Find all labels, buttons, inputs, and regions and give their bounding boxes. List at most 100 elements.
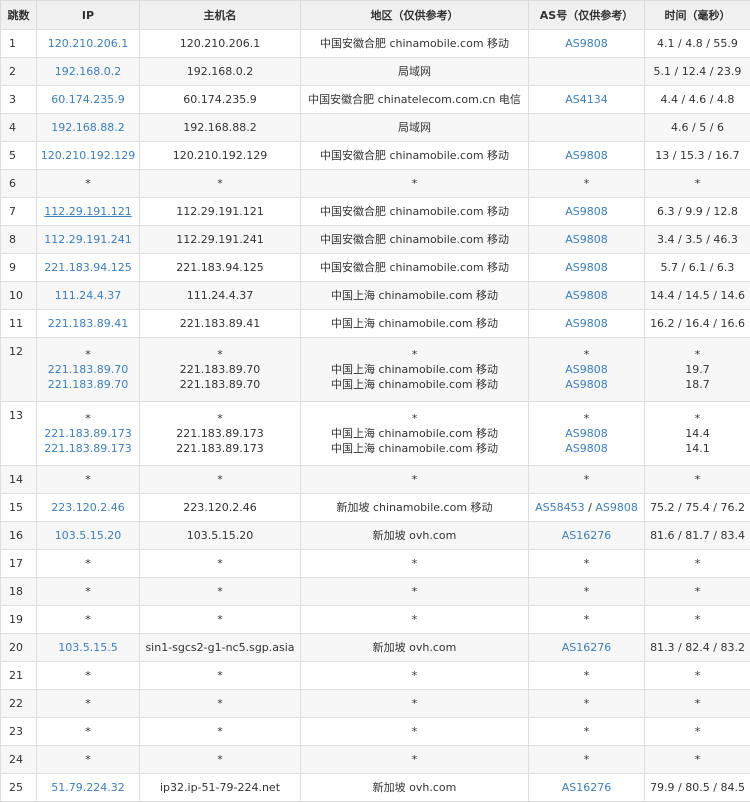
as-cell	[529, 58, 645, 86]
as-line: AS9808	[531, 316, 642, 331]
ip-link[interactable]: 221.183.89.173	[39, 441, 137, 456]
as-line: AS9808	[531, 426, 642, 441]
as-timeout: *	[584, 557, 590, 570]
region-cell: 中国安徽合肥 chinamobile.com 移动	[301, 142, 529, 170]
as-link[interactable]: AS9808	[565, 149, 608, 162]
region-cell: *	[301, 718, 529, 746]
as-link[interactable]: AS9808	[565, 442, 608, 455]
as-link[interactable]: AS9808	[565, 317, 608, 330]
time-text: 19.7	[647, 362, 748, 377]
as-line: AS58453 / AS9808	[531, 500, 642, 515]
time-text: 4.6 / 5 / 6	[647, 120, 748, 135]
hostname-cell: *221.183.89.70221.183.89.70	[140, 338, 301, 402]
ip-timeout: *	[39, 411, 137, 426]
ip-timeout: *	[39, 176, 137, 191]
ip-cell: 192.168.88.2	[37, 114, 140, 142]
ip-link[interactable]: 111.24.4.37	[39, 288, 137, 303]
as-line	[531, 120, 642, 135]
region-cell: 新加坡 chinamobile.com 移动	[301, 494, 529, 522]
as-line: AS9808	[531, 260, 642, 275]
time-cell: *	[645, 466, 750, 494]
table-header-row: 跳数 IP 主机名 地区（仅供参考） AS号（仅供参考） 时间（毫秒）	[1, 1, 750, 30]
time-cell: 81.6 / 81.7 / 83.4	[645, 522, 750, 550]
time-cell: 81.3 / 82.4 / 83.2	[645, 634, 750, 662]
time-text: *	[647, 176, 748, 191]
ip-timeout: *	[39, 696, 137, 711]
region-text: 中国上海 chinamobile.com 移动	[303, 426, 526, 441]
ip-cell: 112.29.191.121	[37, 198, 140, 226]
as-link[interactable]: AS9808	[565, 378, 608, 391]
ip-link[interactable]: 192.168.88.2	[39, 120, 137, 135]
as-link[interactable]: AS9808	[595, 501, 638, 514]
ip-cell: 221.183.94.125	[37, 254, 140, 282]
as-link[interactable]: AS4134	[565, 93, 608, 106]
region-text: 中国安徽合肥 chinamobile.com 移动	[303, 232, 526, 247]
ip-link[interactable]: 192.168.0.2	[39, 64, 137, 79]
ip-cell: 120.210.206.1	[37, 30, 140, 58]
ip-cell: *	[37, 606, 140, 634]
region-cell: 局域网	[301, 58, 529, 86]
ip-link[interactable]: 60.174.235.9	[39, 92, 137, 107]
ip-link[interactable]: 221.183.89.70	[39, 377, 137, 392]
ip-link[interactable]: 103.5.15.20	[39, 528, 137, 543]
header-region: 地区（仅供参考）	[301, 1, 529, 30]
hostname-cell: *	[140, 550, 301, 578]
as-link[interactable]: AS16276	[562, 529, 612, 542]
time-text: *	[647, 584, 748, 599]
ip-cell: 221.183.89.41	[37, 310, 140, 338]
time-cell: 14.4 / 14.5 / 14.6	[645, 282, 750, 310]
as-line: *	[531, 176, 642, 191]
as-link[interactable]: AS9808	[565, 233, 608, 246]
as-line: AS4134	[531, 92, 642, 107]
time-cell: 16.2 / 16.4 / 16.6	[645, 310, 750, 338]
table-row: 5120.210.192.129120.210.192.129中国安徽合肥 ch…	[1, 142, 750, 170]
hostname-text: 221.183.89.173	[142, 426, 298, 441]
as-link[interactable]: AS9808	[565, 205, 608, 218]
hostname-text: 221.183.89.70	[142, 377, 298, 392]
hostname-cell: 192.168.0.2	[140, 58, 301, 86]
ip-link[interactable]: 221.183.94.125	[39, 260, 137, 275]
region-text: 局域网	[303, 120, 526, 135]
region-cell: *	[301, 662, 529, 690]
ip-link[interactable]: 223.120.2.46	[39, 500, 137, 515]
table-row: 14*****	[1, 466, 750, 494]
ip-link[interactable]: 120.210.206.1	[39, 36, 137, 51]
ip-link[interactable]: 103.5.15.5	[39, 640, 137, 655]
ip-link[interactable]: 120.210.192.129	[39, 148, 137, 163]
ip-link[interactable]: 112.29.191.241	[39, 232, 137, 247]
hop-cell: 6	[1, 170, 37, 198]
as-line: AS9808	[531, 204, 642, 219]
time-text: 81.3 / 82.4 / 83.2	[647, 640, 748, 655]
as-timeout: *	[584, 697, 590, 710]
ip-link[interactable]: 221.183.89.70	[39, 362, 137, 377]
header-hop: 跳数	[1, 1, 37, 30]
table-row: 19*****	[1, 606, 750, 634]
as-link[interactable]: AS16276	[562, 641, 612, 654]
as-link[interactable]: AS58453	[535, 501, 585, 514]
table-row: 4192.168.88.2192.168.88.2局域网4.6 / 5 / 6	[1, 114, 750, 142]
hostname-cell: *	[140, 606, 301, 634]
time-cell: *	[645, 690, 750, 718]
ip-link[interactable]: 221.183.89.41	[39, 316, 137, 331]
as-link[interactable]: AS9808	[565, 261, 608, 274]
time-cell: 6.3 / 9.9 / 12.8	[645, 198, 750, 226]
as-link[interactable]: AS9808	[565, 289, 608, 302]
hop-cell: 20	[1, 634, 37, 662]
ip-link[interactable]: 221.183.89.173	[39, 426, 137, 441]
table-row: 6*****	[1, 170, 750, 198]
as-timeout: *	[584, 669, 590, 682]
hop-cell: 10	[1, 282, 37, 310]
hostname-text: *	[142, 472, 298, 487]
time-cell: *	[645, 662, 750, 690]
as-link[interactable]: AS9808	[565, 427, 608, 440]
region-cell: 中国安徽合肥 chinamobile.com 移动	[301, 226, 529, 254]
as-link[interactable]: AS9808	[565, 37, 608, 50]
ip-link[interactable]: 112.29.191.121	[39, 204, 137, 219]
region-text: 新加坡 ovh.com	[303, 528, 526, 543]
time-cell: 5.1 / 12.4 / 23.9	[645, 58, 750, 86]
as-link[interactable]: AS9808	[565, 363, 608, 376]
region-text: *	[303, 411, 526, 426]
region-cell: 中国上海 chinamobile.com 移动	[301, 310, 529, 338]
as-cell: *	[529, 718, 645, 746]
time-text: *	[647, 411, 748, 426]
